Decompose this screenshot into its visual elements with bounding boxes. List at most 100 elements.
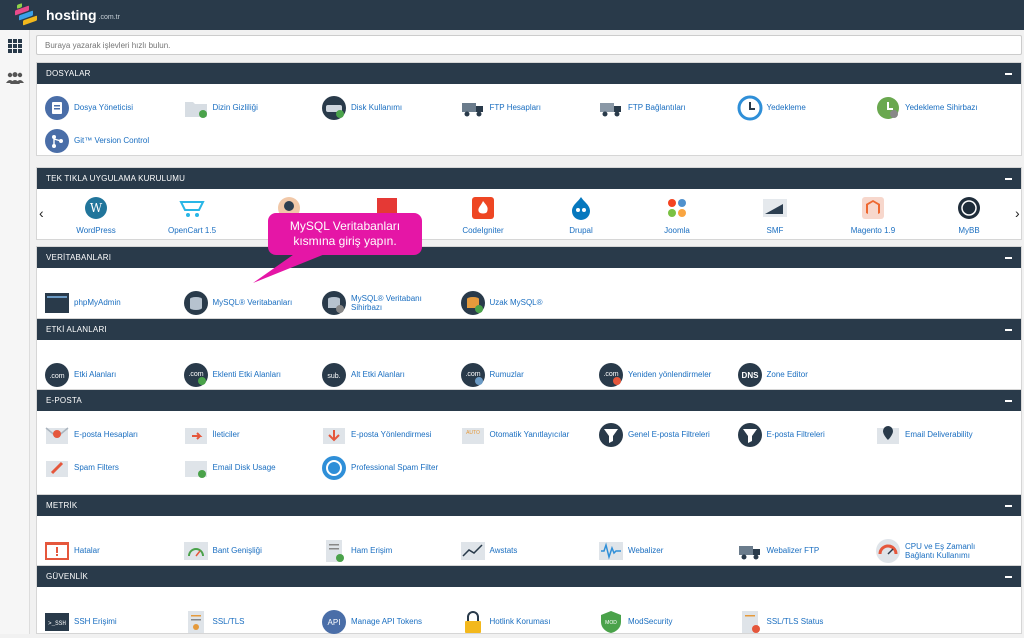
brand-name: hosting: [46, 7, 97, 23]
domains-link[interactable]: .com Etki Alanları: [37, 358, 176, 391]
app-smf[interactable]: SMF: [735, 195, 815, 235]
app-opencart[interactable]: OpenCart 1.5: [152, 195, 232, 235]
directory-privacy-link[interactable]: Dizin Gizliliği: [176, 91, 315, 124]
ssl-tls-status-link[interactable]: SSL/TLS Status: [730, 605, 869, 638]
api-icon: API: [320, 608, 348, 636]
section-title: E-POSTA: [46, 396, 82, 405]
section-header[interactable]: DOSYALAR: [37, 63, 1021, 84]
folder-icon: [182, 94, 210, 122]
raw-access-link[interactable]: Ham Erişim: [314, 534, 453, 567]
awstats-link[interactable]: Awstats: [453, 534, 592, 567]
email-accounts-link[interactable]: E-posta Hesapları: [37, 418, 176, 451]
backup-link[interactable]: Yedekleme: [730, 91, 869, 124]
ftp-connections-link[interactable]: FTP Bağlantıları: [591, 91, 730, 124]
ftp-accounts-link[interactable]: FTP Hesapları: [453, 91, 592, 124]
section-title: ETKİ ALANLARI: [46, 325, 107, 334]
truck-icon: [597, 94, 625, 122]
drupal-icon: [568, 195, 594, 221]
collapse-icon[interactable]: [1005, 399, 1012, 402]
subdomains-link[interactable]: sub. Alt Etki Alanları: [314, 358, 453, 391]
document-icon: [320, 537, 348, 565]
ssl-tls-link[interactable]: SSL/TLS: [176, 605, 315, 638]
deliverability-icon: [874, 421, 902, 449]
app-codeigniter[interactable]: CodeIgniter: [443, 195, 523, 235]
mysql-databases-link[interactable]: MySQL® Veritabanları: [176, 286, 315, 319]
ssh-access-link[interactable]: >_SSH SSH Erişimi: [37, 605, 176, 638]
collapse-icon[interactable]: [1005, 328, 1012, 331]
forwarders-link[interactable]: İleticiler: [176, 418, 315, 451]
webalizer-ftp-link[interactable]: Webalizer FTP: [730, 534, 869, 567]
email-deliverability-link[interactable]: Email Deliverability: [868, 418, 1007, 451]
section-apps: TEK TIKLA UYGULAMA KURULUMU ‹ W WordPres…: [36, 167, 1022, 240]
section-header[interactable]: E-POSTA: [37, 390, 1021, 411]
autoresponder-icon: AUTO: [459, 421, 487, 449]
section-header[interactable]: GÜVENLİK: [37, 566, 1021, 587]
email-disk-icon: [182, 454, 210, 482]
remote-database-icon: [459, 289, 487, 317]
logo-icon: [12, 3, 42, 26]
disk-usage-link[interactable]: Disk Kullanımı: [314, 91, 453, 124]
collapse-icon[interactable]: [1005, 256, 1012, 259]
email-disk-usage-link[interactable]: Email Disk Usage: [176, 451, 315, 484]
search-input[interactable]: [36, 35, 1022, 55]
logo[interactable]: hosting .com.tr: [12, 3, 120, 26]
app-wordpress[interactable]: W WordPress: [56, 195, 136, 235]
modsecurity-link[interactable]: MOD ModSecurity: [591, 605, 730, 638]
section-dosyalar: DOSYALAR Dosya Yöneticisi Dizin Gizliliğ…: [36, 62, 1022, 156]
bandwidth-link[interactable]: Bant Genişliği: [176, 534, 315, 567]
addon-domains-link[interactable]: .com Eklenti Etki Alanları: [176, 358, 315, 391]
section-header[interactable]: VERİTABANLARI: [37, 247, 1021, 268]
section-header[interactable]: ETKİ ALANLARI: [37, 319, 1021, 340]
errors-link[interactable]: Hatalar: [37, 534, 176, 567]
autoresponders-link[interactable]: AUTO Otomatik Yanıtlayıcılar: [453, 418, 592, 451]
app-drupal[interactable]: Drupal: [541, 195, 621, 235]
section-header[interactable]: TEK TIKLA UYGULAMA KURULUMU: [37, 168, 1021, 189]
app-joomla[interactable]: Joomla: [637, 195, 717, 235]
section-header[interactable]: METRİK: [37, 495, 1021, 516]
envelope-icon: [43, 421, 71, 449]
carousel-next-button[interactable]: ›: [1015, 205, 1020, 221]
hotlink-protection-link[interactable]: Hotlink Koruması: [453, 605, 592, 638]
top-bar: hosting .com.tr: [0, 0, 1024, 30]
dns-icon: DNS: [736, 361, 764, 389]
backup-wizard-link[interactable]: Yedekleme Sihirbazı: [868, 91, 1007, 124]
brand-suffix: .com.tr: [98, 14, 120, 21]
collapse-icon[interactable]: [1005, 504, 1012, 507]
webalizer-link[interactable]: Webalizer: [591, 534, 730, 567]
carousel-prev-button[interactable]: ‹: [39, 205, 44, 221]
spam-filters-link[interactable]: Spam Filters: [37, 451, 176, 484]
mysql-wizard-link[interactable]: MySQL® Veritabanı Sihirbazı: [314, 286, 453, 319]
users-icon[interactable]: [0, 62, 30, 94]
app-magento[interactable]: Magento 1.9: [833, 195, 913, 235]
line-chart-icon: [459, 537, 487, 565]
cpu-usage-link[interactable]: CPU ve Eş Zamanlı Bağlantı Kullanımı: [868, 534, 1007, 567]
remote-mysql-link[interactable]: Uzak MySQL®: [453, 286, 592, 319]
section-title: TEK TIKLA UYGULAMA KURULUMU: [46, 174, 186, 183]
professional-spam-filter-link[interactable]: Professional Spam Filter: [314, 451, 453, 484]
git-version-control-link[interactable]: Git™ Version Control: [37, 124, 176, 157]
waveform-icon: [597, 537, 625, 565]
email-routing-link[interactable]: E-posta Yönlendirmesi: [314, 418, 453, 451]
zone-editor-link[interactable]: DNS Zone Editor: [730, 358, 869, 391]
aliases-link[interactable]: .com Rumuzlar: [453, 358, 592, 391]
cpu-gauge-icon: [874, 537, 902, 565]
redirects-link[interactable]: .com Yeniden yönlendirmeler: [591, 358, 730, 391]
subdomain-icon: sub.: [320, 361, 348, 389]
section-guvenlik: GÜVENLİK >_SSH SSH Erişimi SSL/TLS API M…: [36, 565, 1022, 634]
collapse-icon[interactable]: [1005, 177, 1012, 180]
error-icon: [43, 537, 71, 565]
backup-icon: [736, 94, 764, 122]
file-manager-icon: [43, 94, 71, 122]
phpmyadmin-icon: [43, 289, 71, 317]
collapse-icon[interactable]: [1005, 575, 1012, 578]
collapse-icon[interactable]: [1005, 72, 1012, 75]
file-manager-link[interactable]: Dosya Yöneticisi: [37, 91, 176, 124]
email-filters-link[interactable]: E-posta Filtreleri: [730, 418, 869, 451]
app-mybb[interactable]: MyBB: [929, 195, 1009, 235]
api-tokens-link[interactable]: API Manage API Tokens: [314, 605, 453, 638]
global-filters-link[interactable]: Genel E-posta Filtreleri: [591, 418, 730, 451]
phpmyadmin-link[interactable]: phpMyAdmin: [37, 286, 176, 319]
domain-icon: .com: [43, 361, 71, 389]
grid-icon[interactable]: [0, 30, 30, 62]
redirect-icon: .com: [597, 361, 625, 389]
